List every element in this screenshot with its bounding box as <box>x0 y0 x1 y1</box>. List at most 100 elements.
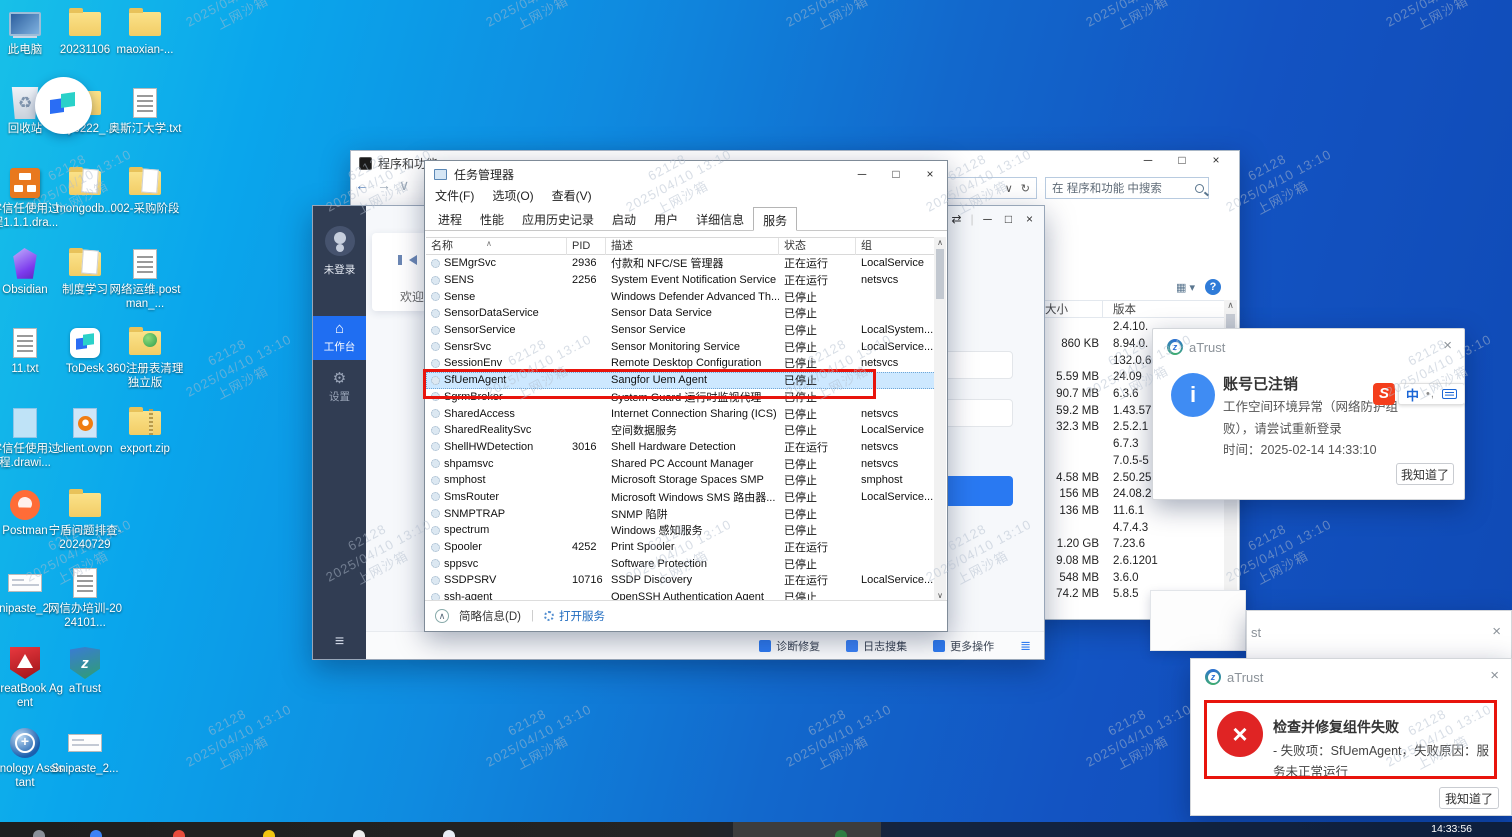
details-toggle-label[interactable]: 简略信息(D) <box>459 608 521 624</box>
address-dropdown-icon[interactable]: ∨ <box>1005 182 1013 195</box>
desktop-icon-zipfolder[interactable]: export.zip <box>106 405 184 457</box>
desktop-icon-textfile[interactable]: 网络运维.postman_... <box>106 246 184 311</box>
tab-启动[interactable]: 启动 <box>603 207 645 230</box>
close-icon[interactable]: × <box>1199 153 1233 167</box>
help-icon[interactable]: ? <box>1205 279 1221 295</box>
minimize-icon[interactable]: ─ <box>1131 153 1165 167</box>
sidebar-item-workbench[interactable]: ⌂ 工作台 <box>313 316 366 360</box>
column-group[interactable]: 组 <box>856 238 936 255</box>
menu-icon[interactable]: ≡ <box>313 633 366 651</box>
view-options-icon[interactable]: ▦ ▾ <box>1176 281 1195 294</box>
acknowledge-button[interactable]: 我知道了 <box>1396 463 1454 485</box>
program-row[interactable]: 136 MB11.6.1 <box>1041 503 1227 520</box>
service-row-SEMgrSvc[interactable]: SEMgrSvc2936付款和 NFC/SE 管理器正在运行LocalServi… <box>426 255 936 272</box>
desktop-icon-atrust[interactable]: zaTrust <box>46 645 124 697</box>
service-row-SharedAccess[interactable]: SharedAccessInternet Connection Sharing … <box>426 405 936 422</box>
service-row-ShellHWDetection[interactable]: ShellHWDetection3016Shell Hardware Detec… <box>426 439 936 456</box>
more-actions-button[interactable]: 更多操作 <box>933 638 994 654</box>
collapse-details-icon[interactable]: ∧ <box>435 609 449 623</box>
close-icon[interactable]: × <box>1021 212 1038 226</box>
tab-性能[interactable]: 性能 <box>471 207 513 230</box>
taskbar-app-icon[interactable] <box>263 830 275 837</box>
service-row-Sense[interactable]: SenseWindows Defender Advanced Th...已停止 <box>426 288 936 305</box>
taskbar-app-icon[interactable] <box>835 830 847 837</box>
service-row-SmsRouter[interactable]: SmsRouterMicrosoft Windows SMS 路由器...已停止… <box>426 489 936 506</box>
switch-account-icon[interactable]: ⇄ <box>948 212 965 226</box>
tab-进程[interactable]: 进程 <box>429 207 471 230</box>
tab-应用历史记录[interactable]: 应用历史记录 <box>513 207 603 230</box>
taskbar-app-icon[interactable] <box>443 830 455 837</box>
sogou-logo-icon[interactable]: S <box>1373 383 1395 405</box>
taskbar-app-icon[interactable] <box>33 830 45 837</box>
menu-item[interactable]: 选项(O) <box>492 187 533 204</box>
program-row[interactable]: 1.20 GB7.23.6 <box>1041 536 1227 553</box>
tab-用户[interactable]: 用户 <box>645 207 687 230</box>
acknowledge-button[interactable]: 我知道了 <box>1439 787 1499 809</box>
column-status[interactable]: 状态 <box>779 238 856 255</box>
service-row-shpamsvc[interactable]: shpamsvcShared PC Account Manager已停止nets… <box>426 455 936 472</box>
service-row-SensorDataService[interactable]: SensorDataServiceSensor Data Service已停止 <box>426 305 936 322</box>
maximize-icon[interactable]: □ <box>1000 212 1017 226</box>
maximize-icon[interactable]: □ <box>1165 153 1199 167</box>
column-version[interactable]: 版本 <box>1103 301 1136 317</box>
taskbar-app-icon[interactable] <box>90 830 102 837</box>
service-row-smphost[interactable]: smphostMicrosoft Storage Spaces SMP已停止sm… <box>426 472 936 489</box>
column-pid[interactable]: PID <box>567 238 606 255</box>
service-row-Spooler[interactable]: Spooler4252Print Spooler正在运行 <box>426 539 936 556</box>
taskbar-clock[interactable]: 14:33:56 <box>1431 823 1472 835</box>
close-icon[interactable]: × <box>913 161 947 187</box>
service-row-SENS[interactable]: SENS2256System Event Notification Servic… <box>426 272 936 289</box>
close-icon[interactable]: × <box>1443 337 1452 354</box>
menu-item[interactable]: 文件(F) <box>435 187 474 204</box>
programs-search-box[interactable]: 在 程序和功能 中搜索 <box>1045 177 1209 199</box>
desktop-icon-folder-doc[interactable]: 002-采购阶段 <box>106 165 184 217</box>
close-icon[interactable]: × <box>1490 667 1499 684</box>
taskbar-app-icon[interactable] <box>353 830 365 837</box>
scroll-up-icon[interactable]: ∧ <box>1224 300 1237 311</box>
ime-language-toggle[interactable]: 中 <box>1406 385 1419 404</box>
column-description[interactable]: 描述 <box>606 238 779 255</box>
desktop-icon-textfile[interactable]: 网信办培训-2024101... <box>46 565 124 630</box>
service-row-SensrSvc[interactable]: SensrSvcSensor Monitoring Service已停止Loca… <box>426 338 936 355</box>
service-row-SfUemAgent[interactable]: SfUemAgentSangfor Uem Agent已停止 <box>426 372 936 389</box>
column-name[interactable]: 名称∧ <box>426 238 567 255</box>
desktop-icon-folder-app[interactable]: 360注册表清理独立版 <box>106 325 184 390</box>
diagnose-repair-button[interactable]: 诊断修复 <box>759 638 820 654</box>
program-row[interactable]: 548 MB3.6.0 <box>1041 569 1227 586</box>
desktop-icon-textfile[interactable]: 奥斯汀大学.txt <box>106 85 184 137</box>
tab-详细信息[interactable]: 详细信息 <box>687 207 753 230</box>
address-bar-tail[interactable]: ∨ ↻ <box>947 177 1037 199</box>
service-row-SSDPSRV[interactable]: SSDPSRV10716SSDP Discovery正在运行LocalServi… <box>426 572 936 589</box>
log-collect-button[interactable]: 日志搜集 <box>846 638 907 654</box>
service-row-SgrmBroker[interactable]: SgrmBrokerSystem Guard 运行时监视代理已停止 <box>426 389 936 406</box>
services-scrollbar[interactable]: ∧ ∨ <box>934 237 946 601</box>
service-row-SNMPTRAP[interactable]: SNMPTRAPSNMP 陷阱已停止 <box>426 505 936 522</box>
close-icon[interactable]: × <box>1492 623 1501 640</box>
minimize-icon[interactable]: ─ <box>845 161 879 187</box>
taskbar-active-app[interactable] <box>733 822 881 837</box>
scroll-down-icon[interactable]: ∨ <box>934 591 946 600</box>
service-row-SharedRealitySvc[interactable]: SharedRealitySvc空间数据服务已停止LocalService <box>426 422 936 439</box>
tab-服务[interactable]: 服务 <box>753 207 797 231</box>
back-arrow-icon[interactable]: ← <box>355 177 369 194</box>
desktop-icon-folder[interactable]: maoxian-... <box>106 6 184 58</box>
keyboard-icon[interactable] <box>1442 389 1457 399</box>
forward-arrow-icon[interactable]: → <box>377 177 391 194</box>
taskbar[interactable]: 14:33:56 <box>0 822 1512 837</box>
menu-item[interactable]: 查看(V) <box>552 187 592 204</box>
scroll-up-icon[interactable]: ∧ <box>934 238 946 247</box>
ime-punctuation-icon[interactable]: •, <box>1426 388 1435 400</box>
scrollbar-thumb[interactable] <box>936 249 944 299</box>
service-row-spectrum[interactable]: spectrumWindows 感知服务已停止 <box>426 522 936 539</box>
refresh-icon[interactable]: ↻ <box>1021 182 1030 195</box>
service-row-SensorService[interactable]: SensorServiceSensor Service已停止LocalSyste… <box>426 322 936 339</box>
desktop-icon-snapshot[interactable]: Snipaste_2... <box>46 725 124 777</box>
maximize-icon[interactable]: □ <box>879 161 913 187</box>
program-row[interactable]: 9.08 MB2.6.1201 <box>1041 553 1227 570</box>
taskbar-app-icon[interactable] <box>173 830 185 837</box>
minimize-icon[interactable]: ─ <box>979 212 996 226</box>
program-row[interactable]: 4.7.4.3 <box>1041 519 1227 536</box>
open-services-link[interactable]: 打开服务 <box>544 608 605 624</box>
column-size[interactable]: 大小 <box>1041 301 1103 317</box>
sidebar-item-settings[interactable]: ⚙ 设置 <box>313 366 366 410</box>
